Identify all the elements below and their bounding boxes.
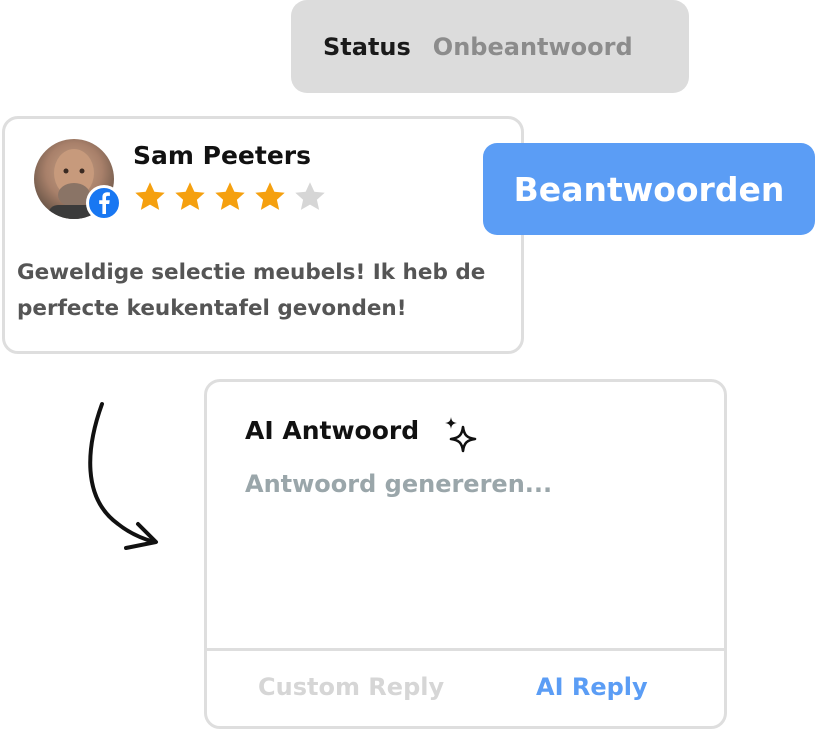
- star-icon: [172, 179, 208, 215]
- review-card: Sam Peeters Geweldige selectie meubels! …: [2, 116, 524, 354]
- status-value: Onbeantwoord: [432, 32, 633, 61]
- star-rating: [132, 179, 328, 215]
- curved-arrow-icon: [88, 402, 158, 550]
- ai-reply-card: AI Antwoord Antwoord genereren... Custom…: [204, 379, 727, 729]
- star-icon: [132, 179, 168, 215]
- tab-ai-reply[interactable]: AI Reply: [536, 673, 648, 701]
- facebook-icon: [86, 185, 122, 221]
- reply-button[interactable]: Beantwoorden: [483, 143, 815, 235]
- star-icon: [252, 179, 288, 215]
- star-icon: [212, 179, 248, 215]
- divider: [207, 648, 727, 651]
- ai-card-title: AI Antwoord: [245, 416, 420, 445]
- reviewer-name: Sam Peeters: [133, 141, 311, 170]
- star-empty-icon: [292, 179, 328, 215]
- review-text: Geweldige selectie meubels! Ik heb de pe…: [17, 260, 486, 321]
- status-pill: Status Onbeantwoord: [291, 0, 689, 93]
- tab-custom-reply[interactable]: Custom Reply: [258, 673, 444, 701]
- avatar-wrap: [34, 139, 122, 223]
- status-label: Status: [323, 32, 411, 61]
- sparkle-icon: [445, 417, 477, 453]
- ai-reply-placeholder[interactable]: Antwoord genereren...: [245, 470, 552, 498]
